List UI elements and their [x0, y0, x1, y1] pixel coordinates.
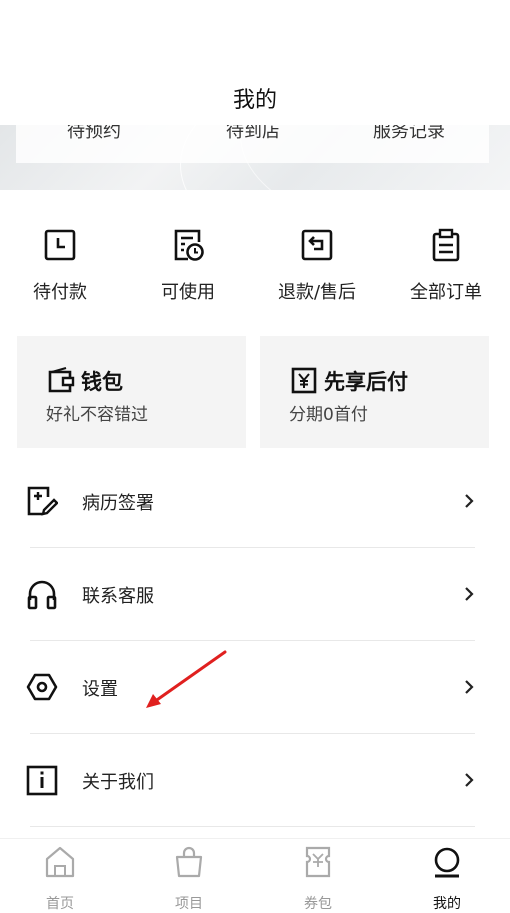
order-label: 全部订单: [410, 282, 482, 303]
menu-label: 联系客服: [82, 586, 154, 607]
tab-label: 项目: [175, 896, 203, 912]
menu-item-settings[interactable]: 设置: [0, 641, 510, 734]
page-title: 我的: [232, 88, 277, 113]
wallet-subtitle: 好礼不容错过: [46, 405, 148, 425]
chevron-right-icon: [465, 773, 474, 787]
yen-icon: [291, 367, 317, 394]
tab-label: 我的: [433, 896, 461, 912]
return-icon: [301, 229, 333, 261]
headphones-icon: [27, 580, 57, 610]
wallet-card[interactable]: 钱包 好礼不容错过: [17, 336, 246, 448]
pay-later-subtitle: 分期0首付: [289, 405, 368, 425]
bag-icon: [175, 846, 203, 878]
order-all[interactable]: 全部订单: [391, 228, 501, 304]
wallet-title: 钱包: [81, 370, 123, 394]
tab-projects[interactable]: 项目: [149, 845, 229, 913]
menu-label: 关于我们: [82, 772, 154, 793]
tab-mine[interactable]: 我的: [407, 845, 487, 913]
settings-hexagon-icon: [26, 673, 58, 701]
chevron-right-icon: [465, 680, 474, 694]
order-pending-payment[interactable]: 待付款: [5, 228, 115, 304]
order-label: 可使用: [161, 282, 215, 303]
wallet-icon: [48, 366, 75, 393]
profile-icon: [434, 847, 460, 878]
status-pending-visit[interactable]: 待到店: [226, 125, 280, 143]
divider: [30, 826, 475, 827]
menu-item-medical-record[interactable]: 病历签署: [0, 455, 510, 548]
clipboard-icon: [432, 228, 460, 262]
order-shortcuts: 待付款 可使用 退款/售后 全部订单: [0, 190, 510, 330]
chevron-right-icon: [465, 587, 474, 601]
menu-label: 病历签署: [82, 493, 154, 514]
coupon-icon: [305, 846, 331, 878]
tab-label: 券包: [304, 896, 332, 912]
chevron-right-icon: [465, 494, 474, 508]
appointment-status-card: 待预约 待到店 服务记录: [16, 125, 489, 163]
sign-document-icon: [27, 486, 58, 516]
ticket-clock-icon: [174, 229, 204, 261]
hero-banner: 待预约 待到店 服务记录: [0, 125, 510, 190]
tab-home[interactable]: 首页: [20, 845, 100, 913]
menu-item-customer-service[interactable]: 联系客服: [0, 548, 510, 641]
header: 我的: [0, 0, 510, 125]
info-icon: [26, 765, 58, 796]
menu-item-about-us[interactable]: 关于我们: [0, 734, 510, 827]
status-service-records[interactable]: 服务记录: [373, 125, 445, 143]
home-icon: [45, 846, 75, 878]
order-refund-aftersale[interactable]: 退款/售后: [262, 228, 372, 304]
pay-later-title: 先享后付: [324, 370, 408, 394]
pay-later-card[interactable]: 先享后付 分期0首付: [260, 336, 489, 448]
order-label: 待付款: [33, 282, 87, 303]
tab-label: 首页: [46, 896, 74, 912]
annotation-arrow-icon: [146, 650, 227, 708]
menu-label: 设置: [82, 679, 118, 700]
status-pending-appointment[interactable]: 待预约: [67, 125, 121, 143]
bottom-tab-bar: 首页 项目 券包 我的: [0, 838, 510, 913]
order-label: 退款/售后: [277, 282, 357, 303]
order-usable[interactable]: 可使用: [133, 228, 243, 304]
clock-icon: [44, 229, 76, 261]
tab-coupons[interactable]: 券包: [278, 845, 358, 913]
